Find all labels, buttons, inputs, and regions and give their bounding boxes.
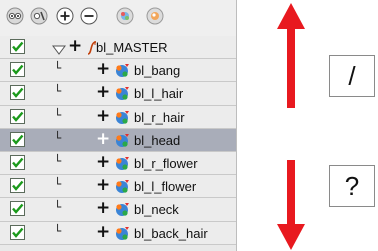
transform-cross-icon: + bbox=[96, 105, 111, 126]
layer-name: bl_head bbox=[134, 132, 181, 148]
layer-name: bl_back_hair bbox=[134, 225, 208, 241]
visibility-checkbox[interactable] bbox=[10, 178, 25, 194]
tree-elbow-icon: └ bbox=[54, 130, 62, 145]
drawing-layer-icon bbox=[114, 133, 129, 148]
tree-elbow-icon: └ bbox=[54, 61, 62, 76]
transform-cross-icon: + bbox=[96, 198, 111, 219]
visibility-checkbox[interactable] bbox=[10, 154, 25, 170]
layer-name: bl_r_hair bbox=[134, 109, 185, 125]
add-folder-icon[interactable] bbox=[146, 7, 164, 25]
layer-name: bl_MASTER bbox=[96, 40, 168, 55]
drawing-layer-icon bbox=[114, 110, 129, 125]
layer-row[interactable]: └ + bl_r_flower bbox=[0, 151, 236, 176]
tree-elbow-icon: └ bbox=[54, 177, 62, 192]
transform-cross-icon: + bbox=[96, 151, 111, 172]
visibility-checkbox[interactable] bbox=[10, 39, 25, 54]
show-all-icon[interactable] bbox=[6, 7, 24, 25]
layer-row[interactable]: └ + bl_l_hair bbox=[0, 82, 236, 106]
layer-row[interactable]: └ + bl_neck bbox=[0, 198, 236, 222]
layer-row[interactable]: └ + bl_r_hair bbox=[0, 105, 236, 129]
tree-elbow-icon: └ bbox=[54, 107, 62, 122]
layer-name: bl_bang bbox=[134, 63, 181, 79]
up-key-label: / bbox=[348, 60, 356, 91]
up-key-box: / bbox=[329, 55, 375, 97]
visibility-checkbox[interactable] bbox=[10, 201, 25, 217]
layer-name: bl_neck bbox=[134, 202, 179, 218]
transform-cross-icon: + bbox=[96, 221, 111, 242]
layer-panel: + bl_MASTER └ + bl_bang └ + bl_l_hair └ + bl_r_hai… bbox=[0, 0, 237, 251]
visibility-checkbox[interactable] bbox=[10, 131, 25, 147]
tree-elbow-icon: └ bbox=[54, 223, 62, 238]
layer-name: bl_r_flower bbox=[134, 155, 198, 171]
drawing-layer-icon bbox=[114, 86, 129, 101]
tree-elbow-icon: └ bbox=[54, 200, 62, 215]
drawing-layer-icon bbox=[114, 202, 129, 217]
layer-name: bl_l_flower bbox=[134, 179, 197, 195]
tree-elbow-icon: └ bbox=[54, 84, 62, 99]
collapse-icon[interactable] bbox=[80, 7, 98, 25]
drawing-layer-icon bbox=[114, 179, 129, 194]
visibility-checkbox[interactable] bbox=[10, 108, 25, 124]
down-key-box: ? bbox=[329, 165, 375, 207]
layer-name: bl_l_hair bbox=[134, 86, 184, 102]
down-arrow-icon bbox=[277, 160, 305, 250]
transform-cross-icon: + bbox=[96, 82, 111, 103]
layer-row[interactable]: + bl_MASTER bbox=[0, 36, 236, 60]
drawing-layer-icon bbox=[114, 63, 129, 78]
hide-all-icon[interactable] bbox=[30, 7, 48, 25]
expand-icon[interactable] bbox=[56, 7, 74, 25]
layer-list: + bl_MASTER └ + bl_bang └ + bl_l_hair └ + bl_r_hai… bbox=[0, 36, 236, 245]
transform-cross-icon: + bbox=[96, 128, 111, 149]
layer-row[interactable]: └ + bl_back_hair bbox=[0, 221, 236, 245]
visibility-checkbox[interactable] bbox=[10, 224, 25, 240]
layer-row[interactable]: └ + bl_head bbox=[0, 128, 236, 152]
visibility-checkbox[interactable] bbox=[10, 62, 25, 78]
layer-row[interactable]: └ + bl_bang bbox=[0, 59, 236, 83]
drawing-layer-icon bbox=[114, 156, 129, 171]
add-layer-icon[interactable] bbox=[116, 7, 134, 25]
transform-cross-icon: + bbox=[68, 36, 83, 56]
transform-cross-icon: + bbox=[96, 175, 111, 196]
transform-cross-icon: + bbox=[96, 59, 111, 80]
layer-row[interactable]: └ + bl_l_flower bbox=[0, 175, 236, 199]
layer-toolbar bbox=[0, 0, 236, 36]
drawing-layer-icon bbox=[114, 226, 129, 241]
up-arrow-icon bbox=[277, 3, 305, 108]
tree-elbow-icon: └ bbox=[54, 153, 62, 168]
collapse-triangle-icon[interactable] bbox=[52, 42, 66, 60]
visibility-checkbox[interactable] bbox=[10, 85, 25, 101]
down-key-label: ? bbox=[344, 170, 360, 201]
